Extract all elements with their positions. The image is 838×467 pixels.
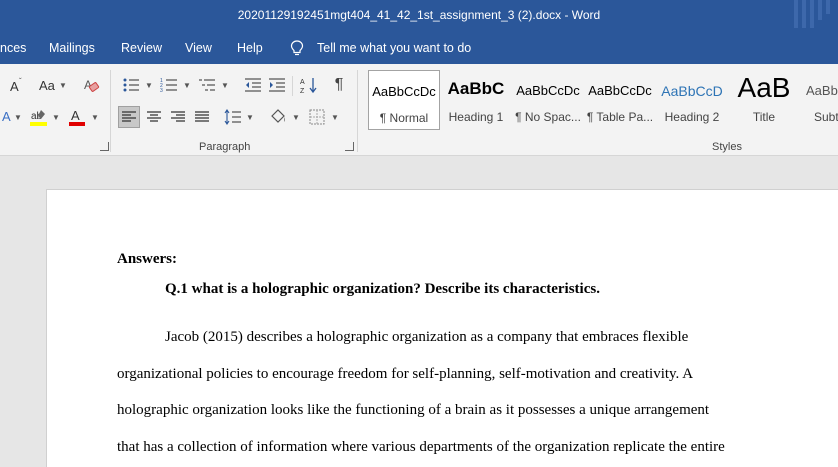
chevron-down-icon: ▼ (52, 113, 60, 122)
group-separator (357, 70, 358, 152)
style-name: ¶ No Spac... (515, 110, 581, 124)
styles-gallery: AaBbCcDc ¶ Normal AaBbC Heading 1 AaBbCc… (366, 70, 838, 132)
paragraph-group-label: Paragraph (199, 141, 251, 153)
highlighter-icon[interactable]: ab (28, 106, 50, 128)
menu-bar: nces Mailings Review View Help Tell me w… (0, 32, 838, 64)
title-bar-pattern (790, 0, 838, 32)
bullets-icon[interactable] (120, 74, 142, 96)
chevron-down-icon: ▼ (331, 113, 339, 122)
style-heading-2[interactable]: AaBbCcD Heading 2 (656, 70, 728, 130)
group-separator (110, 70, 111, 152)
tell-me-search[interactable]: Tell me what you want to do (317, 41, 471, 55)
style-name: Title (752, 110, 776, 124)
clear-formatting-icon[interactable]: A (80, 74, 102, 96)
lightbulb-icon[interactable] (290, 40, 304, 56)
style-subtitle[interactable]: AaBb Subt (800, 70, 838, 130)
align-left-icon[interactable] (118, 106, 140, 128)
chevron-down-icon: ▼ (183, 81, 191, 90)
style-sample: AaBb (806, 83, 838, 98)
question-heading: Q.1 what is a holographic organization? … (165, 281, 600, 297)
center-icon[interactable] (143, 106, 165, 128)
tab-review[interactable]: Review (121, 41, 162, 55)
style-sample: AaBbCcDc (516, 83, 580, 98)
svg-text:3: 3 (160, 88, 163, 93)
align-right-icon[interactable] (167, 106, 189, 128)
paragraph-line: that has a collection of information whe… (117, 439, 725, 455)
chevron-down-icon: ▼ (292, 113, 300, 122)
sort-icon[interactable]: AZ (298, 74, 320, 96)
svg-text:A: A (300, 79, 305, 86)
style-sample: AaBbC (447, 79, 505, 98)
answers-heading: Answers: (117, 251, 177, 267)
svg-text:Z: Z (300, 88, 305, 94)
shading-icon[interactable] (267, 106, 289, 128)
shrink-font-button[interactable]: A (10, 79, 19, 94)
text-effects-button[interactable]: A (2, 109, 11, 124)
paragraph-dialog-launcher[interactable] (345, 142, 354, 151)
shrink-font-caret: ˇ (19, 77, 22, 86)
increase-indent-icon[interactable] (266, 74, 288, 96)
paragraph-line: Jacob (2015) describes a holographic org… (165, 329, 689, 345)
document-canvas[interactable]: Answers: Q.1 what is a holographic organ… (0, 157, 838, 467)
font-color-icon[interactable]: A (66, 106, 88, 128)
justify-icon[interactable] (191, 106, 213, 128)
styles-group-label: Styles (712, 141, 742, 153)
style-name: ¶ Table Pa... (586, 110, 654, 124)
style-sample: AaBbCcD (661, 83, 723, 99)
style-normal[interactable]: AaBbCcDc ¶ Normal (368, 70, 440, 130)
numbering-icon[interactable]: 123 (158, 74, 180, 96)
change-case-button[interactable]: Aa (39, 78, 55, 93)
window-title: 20201129192451mgt404_41_42_1st_assignmen… (237, 8, 601, 22)
style-sample: AaB (737, 72, 791, 103)
chevron-down-icon: ▼ (246, 113, 254, 122)
svg-text:A: A (71, 108, 80, 123)
chevron-down-icon: ▼ (91, 113, 99, 122)
title-bar: 20201129192451mgt404_41_42_1st_assignmen… (0, 0, 838, 32)
document-page[interactable]: Answers: Q.1 what is a holographic organ… (46, 189, 838, 467)
style-heading-1[interactable]: AaBbC Heading 1 (440, 70, 512, 130)
tab-references[interactable]: nces (0, 41, 26, 55)
paragraph-line: organizational policies to encourage fre… (117, 366, 694, 382)
decrease-indent-icon[interactable] (242, 74, 264, 96)
paragraph-line: holographic organization looks like the … (117, 402, 710, 418)
style-sample: AaBbCcDc (372, 84, 436, 99)
style-name: Heading 2 (664, 110, 720, 124)
style-title[interactable]: AaB Title (728, 70, 800, 130)
tab-mailings[interactable]: Mailings (49, 41, 95, 55)
chevron-down-icon: ▼ (145, 81, 153, 90)
style-no-spacing[interactable]: AaBbCcDc ¶ No Spac... (512, 70, 584, 130)
style-name: ¶ Normal (379, 111, 429, 125)
borders-icon[interactable] (306, 106, 328, 128)
line-spacing-icon[interactable] (222, 106, 244, 128)
pilcrow-icon[interactable]: ¶ (328, 74, 350, 96)
style-table-paragraph[interactable]: AaBbCcDc ¶ Table Pa... (584, 70, 656, 130)
ribbon: A ˇ Aa ▼ A A ▼ ab ▼ A ▼ ▼ 123 ▼ ▼ AZ ¶ ▼… (0, 64, 838, 156)
tab-view[interactable]: View (185, 41, 212, 55)
chevron-down-icon: ▼ (221, 81, 229, 90)
multilevel-list-icon[interactable] (196, 74, 218, 96)
style-name: Subt (814, 110, 838, 124)
style-name: Heading 1 (448, 110, 504, 124)
button-separator (292, 76, 293, 96)
style-sample: AaBbCcDc (588, 83, 652, 98)
chevron-down-icon: ▼ (59, 81, 67, 90)
font-dialog-launcher[interactable] (100, 142, 109, 151)
chevron-down-icon: ▼ (14, 113, 22, 122)
tab-help[interactable]: Help (237, 41, 263, 55)
